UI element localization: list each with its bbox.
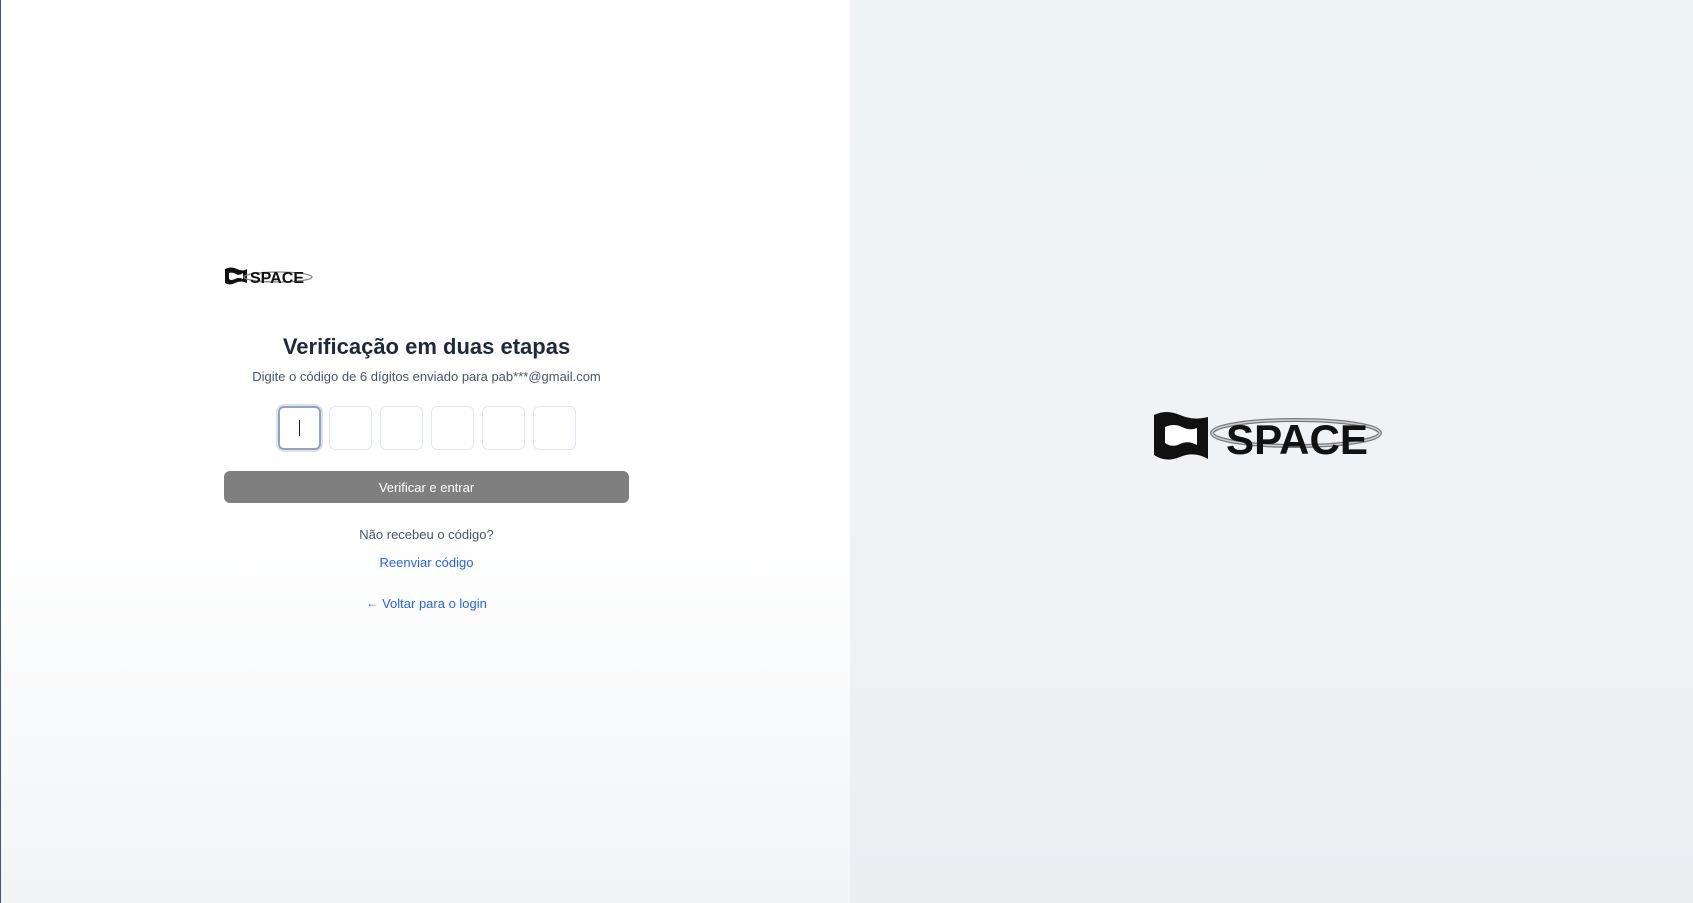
text-caret <box>298 420 300 436</box>
page-title: Verificação em duas etapas <box>282 334 571 359</box>
otp-code-inputs <box>224 406 629 450</box>
space-logo-small: SPACE <box>223 264 313 288</box>
otp-digit-3[interactable] <box>379 406 423 450</box>
verification-panel: SPACE Verificação em duas etapas Digite … <box>0 0 850 903</box>
logo-text-large: SPACE <box>1226 416 1368 463</box>
login-page: SPACE Verificação em duas etapas Digite … <box>0 0 1693 903</box>
space-logo-large: SPACE <box>1150 409 1384 465</box>
no-code-text: Não recebeu o código? <box>359 527 494 542</box>
otp-digit-4[interactable] <box>430 406 474 450</box>
otp-digit-6[interactable] <box>532 406 576 450</box>
logo-text: SPACE <box>250 270 304 287</box>
resend-code-link[interactable]: Reenviar código <box>224 554 629 572</box>
verify-and-login-button[interactable]: Verificar e entrar <box>224 471 629 503</box>
back-to-login-label: Voltar para o login <box>382 595 487 611</box>
two-step-form: Verificação em duas etapas Digite o códi… <box>224 330 629 612</box>
arrow-left-icon: ← <box>366 596 379 610</box>
instructions-text: Digite o código de 6 dígitos enviado par… <box>252 369 601 384</box>
brand-panel: SPACE <box>850 0 1693 903</box>
back-to-login-link[interactable]: ← Voltar para o login <box>224 594 629 612</box>
otp-digit-5[interactable] <box>481 406 525 450</box>
otp-digit-2[interactable] <box>328 406 372 450</box>
